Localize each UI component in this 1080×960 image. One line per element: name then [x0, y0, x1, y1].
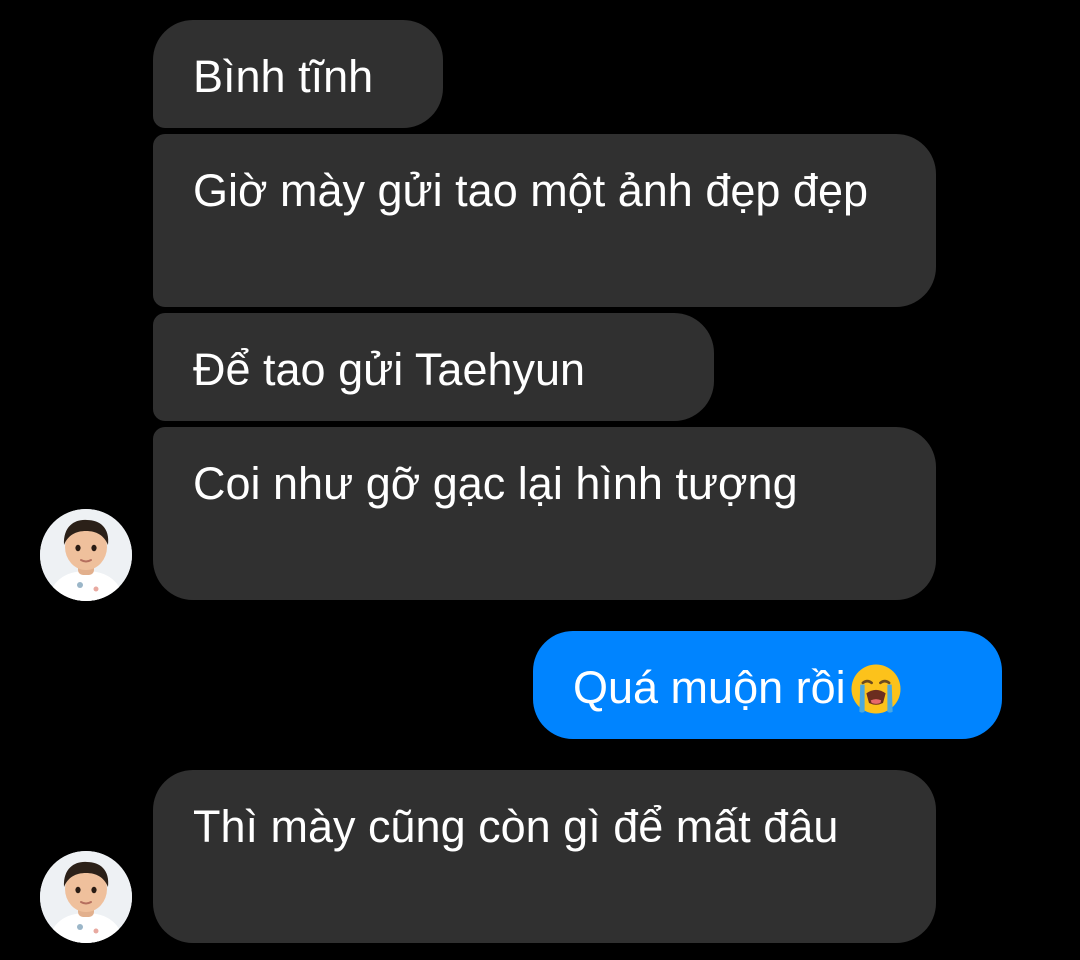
- contact-avatar[interactable]: [40, 851, 132, 943]
- message-bubble-incoming[interactable]: Giờ mày gửi tao một ảnh đẹp đẹp: [153, 134, 936, 307]
- message-text: Giờ mày gửi tao một ảnh đẹp đẹp: [193, 165, 868, 216]
- message-bubble-incoming[interactable]: Để tao gửi Taehyun: [153, 313, 714, 421]
- message-text: Để tao gửi Taehyun: [193, 344, 586, 395]
- avatar-child-photo-icon: [40, 509, 132, 601]
- contact-avatar[interactable]: [40, 509, 132, 601]
- message-text: Coi như gỡ gạc lại hình tượng: [193, 458, 798, 509]
- loudly-crying-face-icon: [851, 664, 901, 714]
- message-bubble-incoming[interactable]: Coi như gỡ gạc lại hình tượng: [153, 427, 936, 600]
- message-bubble-incoming[interactable]: Bình tĩnh: [153, 20, 443, 128]
- message-text: Thì mày cũng còn gì để mất đâu: [193, 801, 839, 852]
- avatar-child-photo-icon: [40, 851, 132, 943]
- message-bubble-incoming[interactable]: Thì mày cũng còn gì để mất đâu: [153, 770, 936, 943]
- message-bubble-outgoing[interactable]: Quá muộn rồi: [533, 631, 1002, 739]
- message-text: Quá muộn rồi: [573, 662, 846, 713]
- message-text: Bình tĩnh: [193, 51, 374, 102]
